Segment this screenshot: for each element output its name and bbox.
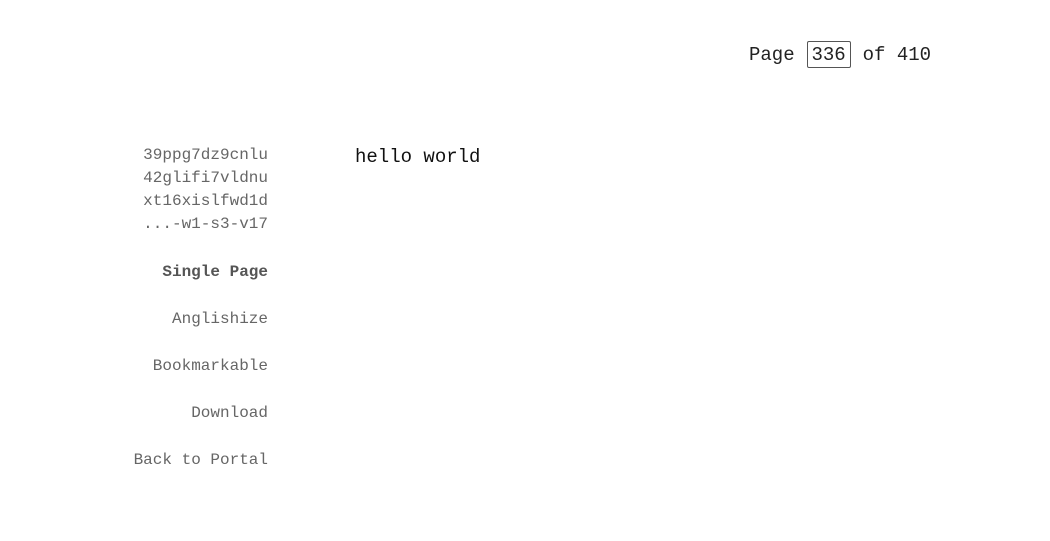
pagination: Page of 410 (749, 41, 931, 68)
document-id-line: xt16xislfwd1d (143, 192, 268, 210)
document-id-line: 39ppg7dz9cnlu (143, 146, 268, 164)
page-number-input[interactable] (806, 41, 851, 68)
bookmarkable-link[interactable]: Bookmarkable (100, 356, 268, 377)
sidebar: 39ppg7dz9cnlu 42glifi7vldnu xt16xislfwd1… (100, 144, 268, 471)
page: Page of 410 39ppg7dz9cnlu 42glifi7vldnu … (0, 0, 1050, 541)
anglishize-link[interactable]: Anglishize (100, 309, 268, 330)
page-label: Page (749, 43, 795, 66)
page-content: hello world (355, 146, 481, 168)
back-to-portal-link[interactable]: Back to Portal (100, 450, 268, 471)
download-link[interactable]: Download (100, 403, 268, 424)
document-id-line: ...-w1-s3-v17 (143, 215, 268, 233)
single-page-link[interactable]: Single Page (100, 262, 268, 283)
page-total-label: of 410 (862, 43, 932, 66)
document-id: 39ppg7dz9cnlu 42glifi7vldnu xt16xislfwd1… (100, 144, 268, 236)
document-id-line: 42glifi7vldnu (143, 169, 268, 187)
